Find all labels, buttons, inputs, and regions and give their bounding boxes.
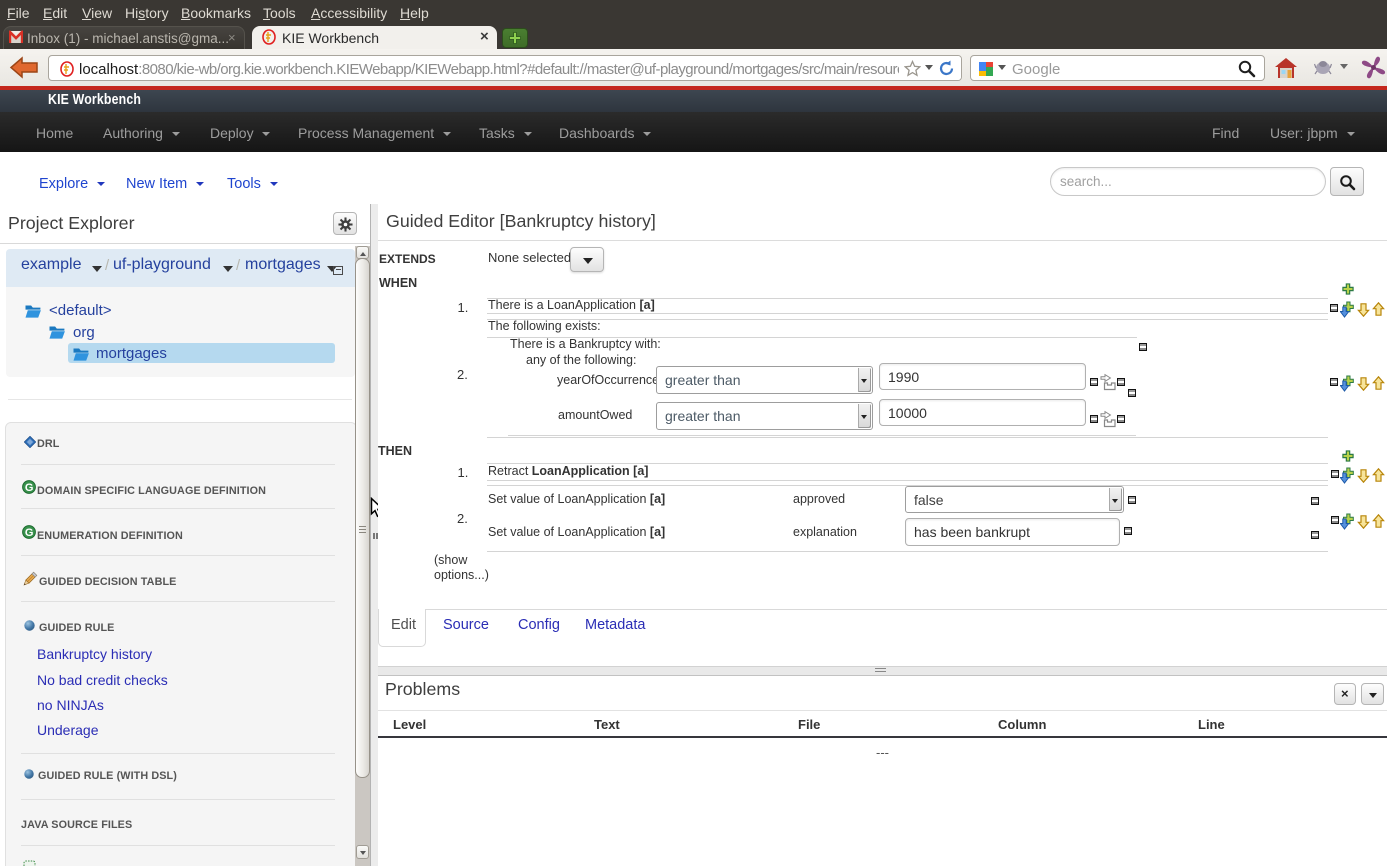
svg-text:G: G: [25, 527, 34, 539]
svg-text:G: G: [25, 482, 34, 494]
